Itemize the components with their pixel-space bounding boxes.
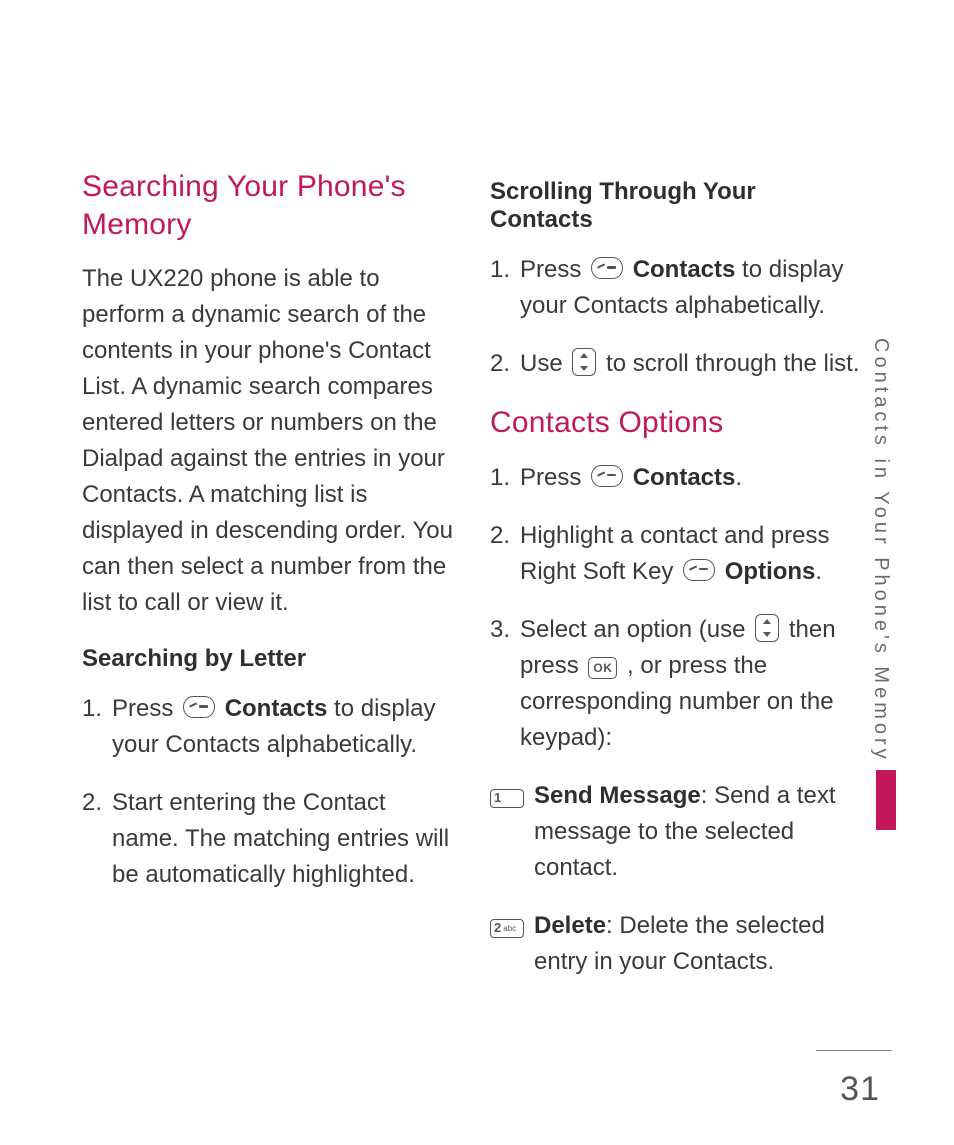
text: Press (520, 256, 588, 283)
page-number: 31 (840, 1070, 880, 1109)
text: Select an option (use (520, 616, 752, 643)
label-options: Options (725, 558, 816, 585)
side-tab-label: Contacts in Your Phone's Memory (869, 338, 892, 763)
text: . (815, 558, 822, 585)
manual-page: Searching Your Phone's Memory The UX220 … (0, 0, 954, 1145)
option-label: Send Message (534, 782, 701, 809)
page-number-rule (816, 1050, 892, 1051)
text: Use (520, 350, 569, 377)
option-list: 1 Send Message: Send a text message to t… (490, 778, 864, 980)
label-contacts: Contacts (633, 256, 736, 283)
step-2: Use to scroll through the list. (490, 346, 864, 382)
contacts-options-steps: Press Contacts. Highlight a contact and … (490, 460, 864, 756)
right-soft-key-icon (683, 559, 715, 581)
step-1: Press Contacts to display your Contacts … (490, 252, 864, 324)
step-1: Press Contacts. (490, 460, 864, 496)
ok-key-icon: OK (588, 657, 617, 679)
nav-up-down-icon (755, 614, 779, 642)
section-heading-contacts-options: Contacts Options (490, 404, 864, 442)
side-tab-accent (876, 770, 896, 830)
dialpad-key-1-icon: 1 (490, 789, 524, 808)
two-column-layout: Searching Your Phone's Memory The UX220 … (0, 0, 954, 1002)
text: to scroll through the list. (606, 350, 859, 377)
subheading-scrolling: Scrolling Through Your Contacts (490, 178, 864, 234)
right-soft-key-icon (591, 257, 623, 279)
step-3: Select an option (use then press OK , or… (490, 612, 864, 756)
subheading-search-by-letter: Searching by Letter (82, 645, 456, 673)
intro-paragraph: The UX220 phone is able to perform a dyn… (82, 261, 456, 621)
right-column: Scrolling Through Your Contacts Press Co… (490, 168, 864, 1002)
text: . (735, 464, 742, 491)
nav-up-down-icon (572, 348, 596, 376)
search-by-letter-steps: Press Contacts to display your Contacts … (82, 691, 456, 893)
text: Press (520, 464, 588, 491)
step-2: Start entering the Contact name. The mat… (82, 785, 456, 893)
text: Press (112, 695, 180, 722)
right-soft-key-icon (183, 696, 215, 718)
step-2: Highlight a contact and press Right Soft… (490, 518, 864, 590)
right-soft-key-icon (591, 465, 623, 487)
scrolling-steps: Press Contacts to display your Contacts … (490, 252, 864, 382)
option-delete: 2abc Delete: Delete the selected entry i… (490, 908, 864, 980)
section-heading-searching: Searching Your Phone's Memory (82, 168, 456, 243)
label-contacts: Contacts (633, 464, 736, 491)
dialpad-key-2-icon: 2abc (490, 919, 524, 938)
step-1: Press Contacts to display your Contacts … (82, 691, 456, 763)
option-send-message: 1 Send Message: Send a text message to t… (490, 778, 864, 886)
label-contacts: Contacts (225, 695, 328, 722)
left-column: Searching Your Phone's Memory The UX220 … (82, 168, 456, 1002)
option-label: Delete (534, 912, 606, 939)
